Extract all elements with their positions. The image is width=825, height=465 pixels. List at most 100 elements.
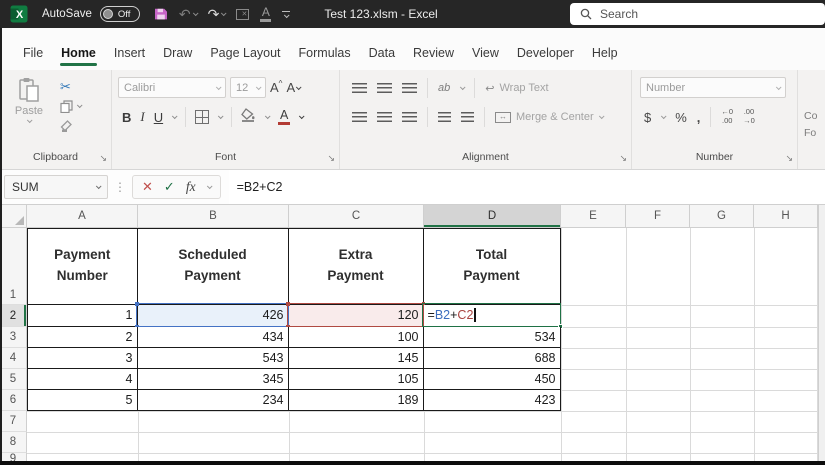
underline-button[interactable]: U — [154, 110, 163, 125]
font-size-combobox[interactable]: 12 — [230, 77, 266, 98]
align-left-icon[interactable] — [352, 112, 367, 123]
cell-b5[interactable]: 345 — [138, 369, 289, 390]
currency-dropdown-icon[interactable] — [661, 113, 667, 119]
paste-button[interactable]: Paste — [6, 77, 52, 123]
column-header-d[interactable]: D — [424, 205, 561, 228]
decrease-decimal-icon[interactable]: .00 →0 — [743, 108, 755, 125]
undo-icon[interactable]: ↶ — [179, 7, 191, 21]
search-box[interactable] — [570, 3, 825, 25]
tab-view[interactable]: View — [463, 37, 508, 70]
borders-icon[interactable] — [195, 110, 209, 124]
tab-draw[interactable]: Draw — [154, 37, 201, 70]
row-header-7[interactable]: 7 — [0, 411, 27, 432]
align-center-icon[interactable] — [377, 112, 392, 123]
redo-icon[interactable]: ↷ — [208, 7, 220, 21]
range-handle[interactable] — [135, 302, 139, 306]
comma-format-button[interactable]: , — [697, 110, 701, 125]
cell-b3[interactable]: 434 — [138, 327, 289, 348]
copy-button[interactable] — [60, 99, 81, 113]
cell-c1[interactable]: Extra Payment — [289, 229, 424, 305]
cell-a2[interactable]: 1 — [28, 305, 138, 327]
row-header-6[interactable]: 6 — [0, 390, 27, 411]
merge-center-button[interactable]: ↔ Merge & Center — [495, 111, 603, 123]
save-icon[interactable] — [154, 7, 168, 21]
column-header-h[interactable]: H — [754, 205, 818, 228]
font-color-dropdown-icon[interactable] — [299, 113, 305, 119]
number-format-combobox[interactable]: Number — [640, 77, 786, 98]
cell-a4[interactable]: 3 — [28, 348, 138, 369]
cell-a5[interactable]: 4 — [28, 369, 138, 390]
column-header-b[interactable]: B — [138, 205, 289, 228]
row-header-2[interactable]: 2 — [0, 305, 27, 327]
cell-d3[interactable]: 534 — [424, 327, 561, 348]
wrap-text-button[interactable]: ↩ Wrap Text — [485, 82, 548, 95]
tab-developer[interactable]: Developer — [508, 37, 583, 70]
font-color-button[interactable]: A — [278, 109, 290, 126]
cell-c2-formula-ref[interactable]: 120 — [289, 305, 424, 327]
cell-b1[interactable]: Scheduled Payment — [138, 229, 289, 305]
sheet-cells-area[interactable]: Payment Number Scheduled Payment Extra P… — [27, 228, 818, 465]
cell-b6[interactable]: 234 — [138, 390, 289, 411]
alignment-dialog-launcher-icon[interactable]: ↘ — [619, 154, 627, 163]
cancel-icon[interactable]: ✕ — [142, 179, 153, 195]
formula-input[interactable]: =B2+C2 — [229, 170, 825, 204]
tab-page-layout[interactable]: Page Layout — [201, 37, 289, 70]
font-family-combobox[interactable]: Calibri — [118, 77, 226, 98]
grow-font-button[interactable]: A^ — [270, 80, 282, 95]
tab-data[interactable]: Data — [360, 37, 404, 70]
tab-help[interactable]: Help — [583, 37, 627, 70]
row-header-8[interactable]: 8 — [0, 432, 27, 453]
cell-a6[interactable]: 5 — [28, 390, 138, 411]
orientation-icon[interactable]: ab — [438, 82, 450, 94]
shrink-font-button[interactable]: A — [286, 80, 300, 95]
tab-formulas[interactable]: Formulas — [290, 37, 360, 70]
cell-d4[interactable]: 688 — [424, 348, 561, 369]
row-header-3[interactable]: 3 — [0, 327, 27, 348]
increase-decimal-icon[interactable]: ←0 .00 — [721, 108, 733, 125]
align-middle-icon[interactable] — [377, 83, 392, 94]
tab-review[interactable]: Review — [404, 37, 463, 70]
align-bottom-icon[interactable] — [402, 83, 417, 94]
borders-dropdown-icon[interactable] — [218, 113, 224, 119]
underline-dropdown-icon[interactable] — [172, 113, 178, 119]
redo-dropdown-icon[interactable] — [221, 10, 227, 16]
cell-b2-formula-ref[interactable]: 426 — [138, 305, 289, 327]
tab-file[interactable]: File — [14, 37, 52, 70]
cell-c4[interactable]: 145 — [289, 348, 424, 369]
cell-c5[interactable]: 105 — [289, 369, 424, 390]
column-header-e[interactable]: E — [561, 205, 626, 228]
cut-icon[interactable]: ✂ — [60, 80, 71, 93]
row-header-1[interactable]: 1 — [0, 228, 27, 305]
italic-button[interactable]: I — [140, 109, 144, 125]
font-color-qat-icon[interactable]: A — [260, 6, 271, 22]
cell-d1[interactable]: Total Payment — [424, 229, 561, 305]
column-header-a[interactable]: A — [27, 205, 138, 228]
number-dialog-launcher-icon[interactable]: ↘ — [785, 154, 793, 163]
bold-button[interactable]: B — [122, 110, 131, 125]
column-header-c[interactable]: C — [289, 205, 424, 228]
search-input[interactable] — [600, 7, 780, 21]
fill-color-button[interactable] — [241, 108, 256, 127]
fx-dropdown-icon[interactable] — [206, 183, 212, 189]
scrollbar-edge[interactable] — [818, 205, 825, 465]
undo-dropdown-icon[interactable] — [192, 10, 198, 16]
column-header-f[interactable]: F — [626, 205, 690, 228]
delete-cells-icon[interactable]: ✕ — [236, 9, 249, 20]
cell-c3[interactable]: 100 — [289, 327, 424, 348]
fill-color-dropdown-icon[interactable] — [265, 113, 271, 119]
percent-format-button[interactable]: % — [675, 110, 687, 125]
column-header-g[interactable]: G — [690, 205, 754, 228]
name-box[interactable]: SUM — [4, 175, 108, 199]
increase-indent-icon[interactable] — [461, 112, 474, 123]
cell-a3[interactable]: 2 — [28, 327, 138, 348]
decrease-indent-icon[interactable] — [438, 112, 451, 123]
tab-insert[interactable]: Insert — [105, 37, 154, 70]
cell-d6[interactable]: 423 — [424, 390, 561, 411]
format-painter-button[interactable] — [60, 119, 81, 133]
cell-d5[interactable]: 450 — [424, 369, 561, 390]
orientation-dropdown-icon[interactable] — [460, 84, 466, 90]
clipboard-dialog-launcher-icon[interactable]: ↘ — [99, 154, 107, 163]
row-header-4[interactable]: 4 — [0, 348, 27, 369]
tab-home[interactable]: Home — [52, 37, 105, 70]
autosave-toggle[interactable]: Off — [100, 6, 140, 22]
